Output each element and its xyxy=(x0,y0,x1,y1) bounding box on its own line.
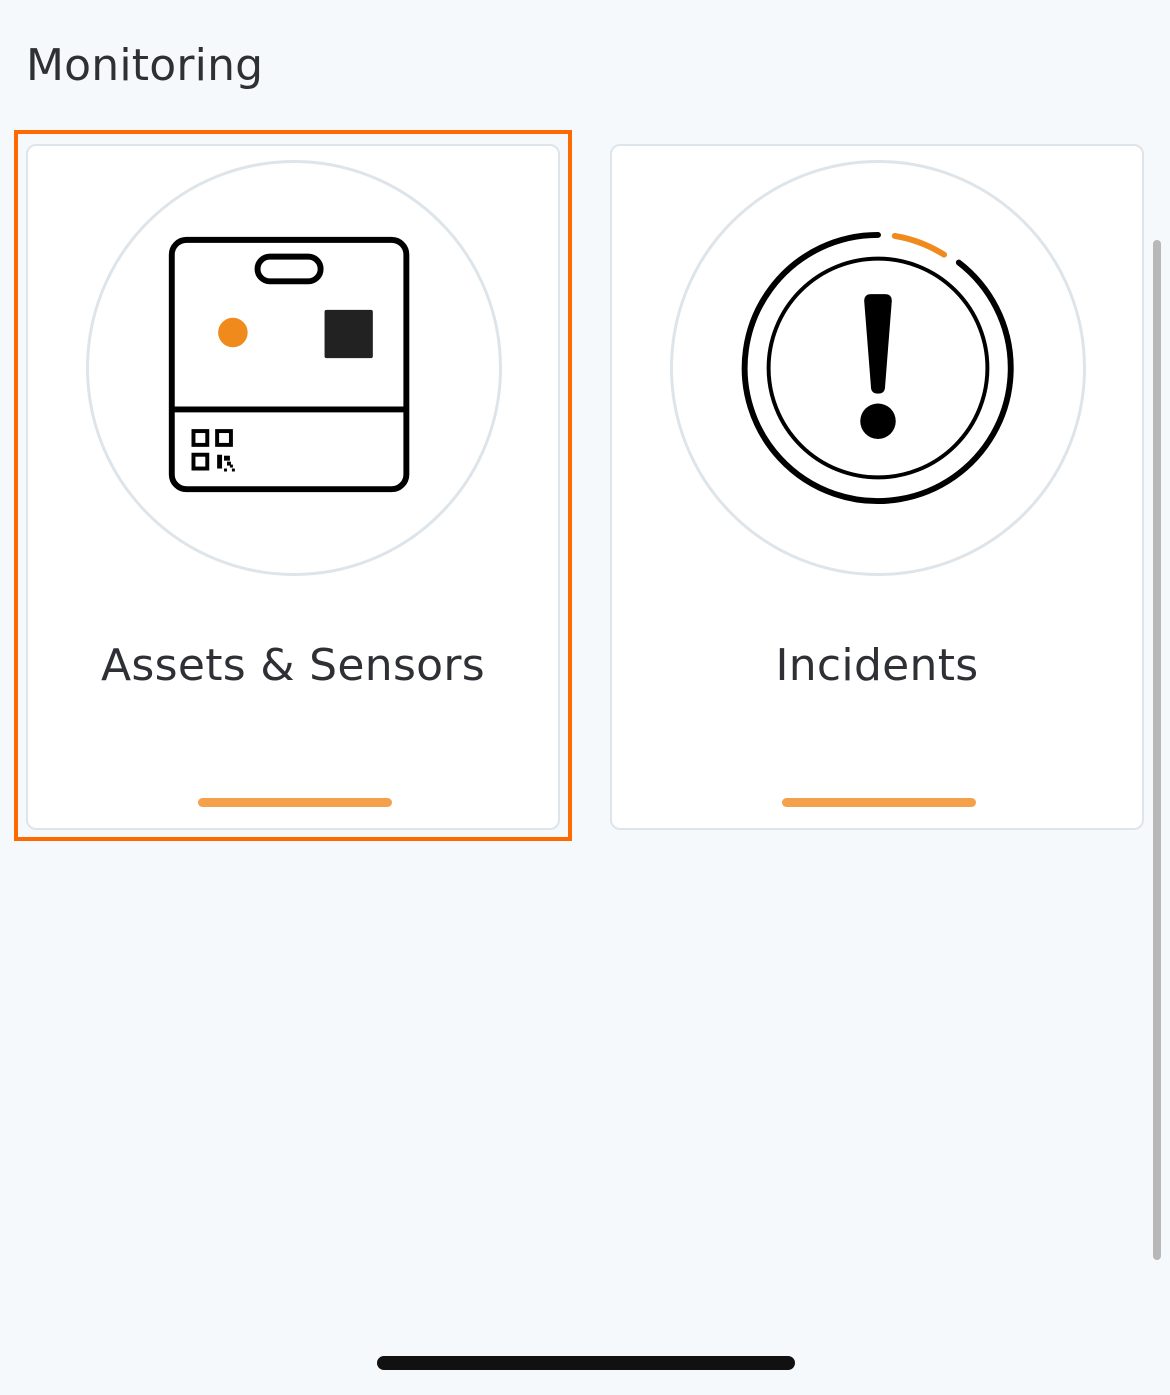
tile-accent-bar xyxy=(782,798,976,807)
home-indicator[interactable] xyxy=(377,1356,795,1370)
tile-label: Incidents xyxy=(775,640,979,691)
tile-label: Assets & Sensors xyxy=(100,640,486,691)
assets-sensors-tile[interactable]: Assets & Sensors xyxy=(26,144,560,830)
section-title: Monitoring xyxy=(26,40,264,91)
asset-sensor-icon xyxy=(168,236,410,493)
incident-alert-icon xyxy=(741,231,1014,504)
monitoring-screen: Monitoring Assets & Sensors Incidents xyxy=(0,0,1170,1395)
icon-circle xyxy=(86,160,502,576)
tile-accent-bar xyxy=(198,798,392,807)
vertical-scrollbar[interactable] xyxy=(1153,240,1161,1260)
incidents-tile[interactable]: Incidents xyxy=(610,144,1144,830)
icon-circle xyxy=(670,160,1086,576)
